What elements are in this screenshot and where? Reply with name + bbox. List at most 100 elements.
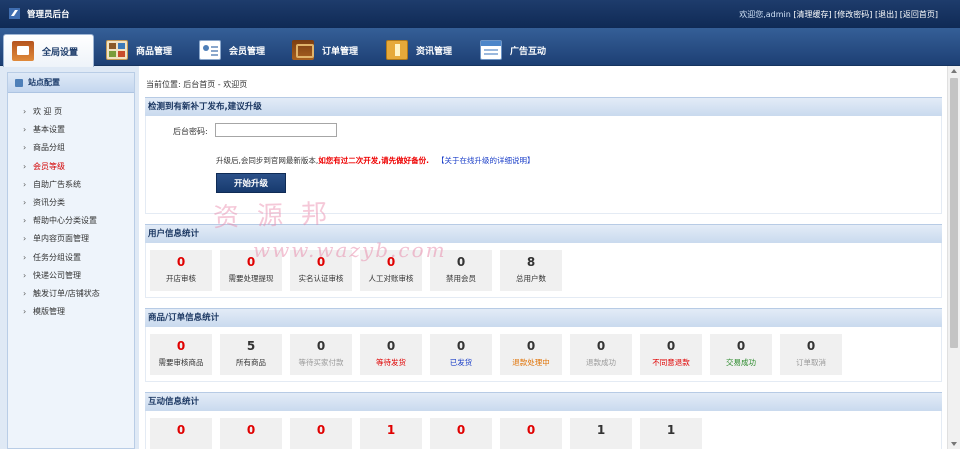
stat-card[interactable]: 0 已发货 bbox=[430, 334, 492, 375]
tab-label: 全局设置 bbox=[42, 47, 79, 58]
stat-card[interactable]: 8 总用户数 bbox=[500, 250, 562, 291]
sidebar-item-help-center-categories[interactable]: › 帮助中心分类设置 bbox=[8, 212, 134, 230]
start-upgrade-button[interactable]: 开始升级 bbox=[216, 173, 286, 193]
sidebar-item-courier-companies[interactable]: › 快递公司管理 bbox=[8, 267, 134, 285]
stat-card[interactable]: 0 bbox=[430, 418, 492, 449]
stat-label: 等待买家付款 bbox=[298, 358, 344, 367]
stat-value: 0 bbox=[246, 423, 256, 437]
grid-goods-icon bbox=[106, 40, 128, 60]
change-password-link[interactable]: [修改密码] bbox=[834, 10, 872, 19]
clear-cache-link[interactable]: [清理缓存] bbox=[793, 10, 831, 19]
chevron-right-icon: › bbox=[23, 216, 27, 226]
stat-label: 需要审核商品 bbox=[158, 358, 204, 367]
stat-value: 0 bbox=[176, 339, 186, 353]
stat-card[interactable]: 0 bbox=[290, 418, 352, 449]
return-home-link[interactable]: [返回首页] bbox=[900, 10, 938, 19]
tab-order-management[interactable]: 订单管理 bbox=[292, 34, 358, 66]
sidebar-item-task-groups[interactable]: › 任务分组设置 bbox=[8, 249, 134, 267]
interaction-stats-heading: 互动信息统计 bbox=[145, 392, 942, 411]
stat-label: 总用户数 bbox=[516, 274, 546, 283]
order-stats-body: 0 需要审核商品 5 所有商品 0 等待买家付款 0 等待发货 0 已发货 0 退款处理中 0 退款成功 0… bbox=[145, 327, 942, 382]
stat-card[interactable]: 0 不同意退款 bbox=[640, 334, 702, 375]
stat-card[interactable]: 0 订单取消 bbox=[780, 334, 842, 375]
chevron-right-icon: › bbox=[23, 270, 27, 280]
logo-icon bbox=[9, 8, 20, 19]
tab-label: 资讯管理 bbox=[416, 46, 453, 57]
stat-value: 0 bbox=[456, 339, 466, 353]
top-bar: 管理员后台 欢迎您,admin [清理缓存] [修改密码] [退出] [返回首页… bbox=[0, 0, 960, 28]
stat-card[interactable]: 0 退款成功 bbox=[570, 334, 632, 375]
sidebar-item-welcome[interactable]: › 欢 迎 页 bbox=[8, 103, 134, 121]
stat-value: 0 bbox=[736, 339, 746, 353]
admin-password-input[interactable] bbox=[215, 123, 337, 137]
logout-link[interactable]: [退出] bbox=[875, 10, 897, 19]
stat-card[interactable]: 5 所有商品 bbox=[220, 334, 282, 375]
breadcrumb: 当前位置: 后台首页 - 欢迎页 bbox=[146, 80, 248, 89]
stat-card[interactable]: 0 交易成功 bbox=[710, 334, 772, 375]
stat-card[interactable]: 0 退款处理中 bbox=[500, 334, 562, 375]
stat-card[interactable]: 0 开店审核 bbox=[150, 250, 212, 291]
tab-global-settings[interactable]: 全局设置 bbox=[3, 34, 94, 67]
home-settings-icon bbox=[12, 41, 34, 61]
chevron-right-icon: › bbox=[23, 107, 27, 116]
upgrade-help-link[interactable]: 【关于在线升级的详细说明】 bbox=[437, 156, 535, 165]
chevron-right-icon: › bbox=[23, 197, 27, 207]
vertical-scrollbar[interactable] bbox=[947, 66, 960, 449]
stat-value: 1 bbox=[386, 423, 396, 437]
stat-value: 0 bbox=[526, 339, 536, 353]
stat-label: 退款成功 bbox=[586, 358, 616, 367]
sidebar-item-goods-groups[interactable]: › 商品分组 bbox=[8, 139, 134, 157]
sidebar-item-trigger-status[interactable]: › 触发订单/店铺状态 bbox=[8, 285, 134, 303]
chevron-right-icon: › bbox=[23, 125, 27, 135]
stat-card[interactable]: 0 bbox=[220, 418, 282, 449]
upgrade-warning: 如您有过二次开发,请先做好备份. bbox=[318, 156, 429, 165]
stat-label: 实名认证审核 bbox=[298, 274, 344, 283]
order-stats-heading: 商品/订单信息统计 bbox=[145, 308, 942, 327]
stat-value: 0 bbox=[456, 423, 466, 437]
sidebar-item-single-pages[interactable]: › 单内容页面管理 bbox=[8, 230, 134, 248]
stat-value: 0 bbox=[316, 339, 326, 353]
stat-value: 0 bbox=[176, 423, 186, 437]
upgrade-heading: 检测到有新补丁发布,建议升级 bbox=[145, 97, 942, 116]
scroll-up-arrow-icon[interactable] bbox=[951, 69, 957, 73]
wallet-order-icon bbox=[292, 40, 314, 60]
watermark-url: www.wazyb.com bbox=[253, 238, 447, 262]
stat-card[interactable]: 0 bbox=[500, 418, 562, 449]
order-stats-panel: 商品/订单信息统计 0 需要审核商品 5 所有商品 0 等待买家付款 0 等待发货 0 已发货 0 退… bbox=[145, 308, 942, 382]
window-ad-icon bbox=[480, 40, 502, 60]
stat-value: 0 bbox=[806, 339, 816, 353]
stat-label: 订单取消 bbox=[796, 358, 826, 367]
stat-label: 交易成功 bbox=[726, 358, 756, 367]
sidebar-item-news-categories[interactable]: › 资讯分类 bbox=[8, 194, 134, 212]
scrollbar-thumb[interactable] bbox=[950, 78, 958, 348]
tab-label: 订单管理 bbox=[322, 46, 359, 57]
sidebar-title: 站点配置 bbox=[28, 78, 60, 87]
sidebar-item-member-levels[interactable]: › 会员等级 bbox=[8, 158, 134, 176]
stat-value: 8 bbox=[526, 255, 536, 269]
stat-card[interactable]: 1 bbox=[640, 418, 702, 449]
tab-ad-interaction[interactable]: 广告互动 bbox=[480, 34, 546, 66]
sidebar-item-self-service-ads[interactable]: › 自助广告系统 bbox=[8, 176, 134, 194]
sidebar-item-basic-settings[interactable]: › 基本设置 bbox=[8, 121, 134, 139]
stat-label: 需要处理提现 bbox=[228, 274, 274, 283]
sidebar-header: 站点配置 bbox=[8, 73, 134, 93]
password-label: 后台密码: bbox=[173, 127, 208, 136]
tab-news-management[interactable]: 资讯管理 bbox=[386, 34, 452, 66]
stat-value: 0 bbox=[176, 255, 186, 269]
stat-card[interactable]: 0 bbox=[150, 418, 212, 449]
stat-value: 0 bbox=[666, 339, 676, 353]
stat-label: 人工对账审核 bbox=[368, 274, 414, 283]
tab-member-management[interactable]: 会员管理 bbox=[199, 34, 265, 66]
stat-card[interactable]: 1 bbox=[570, 418, 632, 449]
stat-card[interactable]: 1 bbox=[360, 418, 422, 449]
tab-goods-management[interactable]: 商品管理 bbox=[106, 34, 172, 66]
sidebar-item-templates[interactable]: › 模版管理 bbox=[8, 303, 134, 321]
stat-card[interactable]: 0 等待买家付款 bbox=[290, 334, 352, 375]
stat-card[interactable]: 0 等待发货 bbox=[360, 334, 422, 375]
top-links: 欢迎您,admin [清理缓存] [修改密码] [退出] [返回首页] bbox=[739, 9, 938, 20]
stat-card[interactable]: 0 需要审核商品 bbox=[150, 334, 212, 375]
folder-news-icon bbox=[386, 40, 408, 60]
scroll-down-arrow-icon[interactable] bbox=[951, 442, 957, 446]
tab-label: 商品管理 bbox=[136, 46, 173, 57]
stat-value: 0 bbox=[316, 423, 326, 437]
